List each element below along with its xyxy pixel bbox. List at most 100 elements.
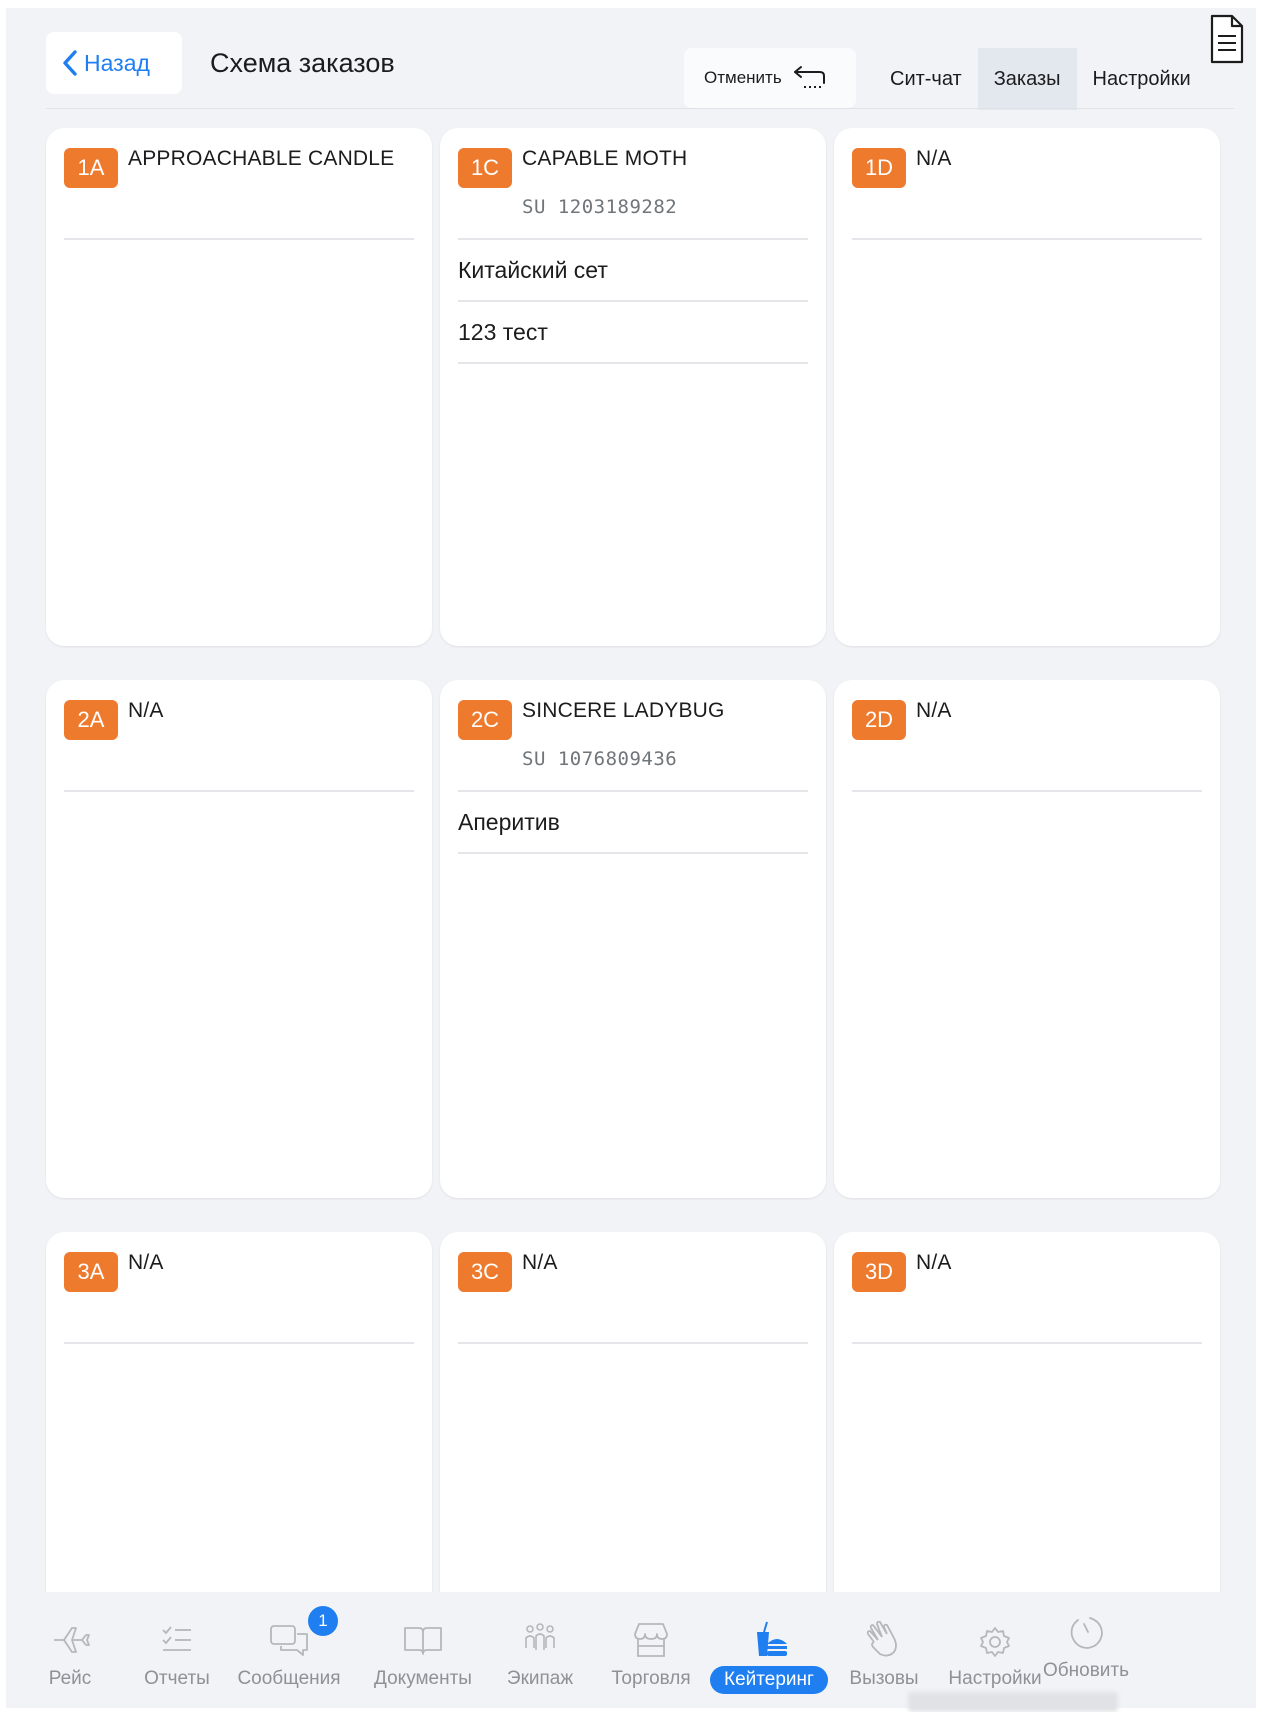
seat-card-header: 2D N/A — [834, 680, 1220, 792]
store-icon — [634, 1623, 668, 1657]
seat-card-header: 2A N/A — [46, 680, 432, 792]
tabbar-item-reports[interactable]: Отчеты — [136, 1592, 218, 1690]
seat-card-1a[interactable]: 1A APPROACHABLE CANDLE — [46, 128, 432, 646]
divider — [852, 238, 1202, 240]
passenger-info: SINCERE LADYBUG SU 1076809436 — [522, 698, 725, 770]
passenger-name: SINCERE LADYBUG — [522, 699, 725, 722]
passenger-name: N/A — [916, 147, 952, 170]
tabbar-label: Отчеты — [144, 1668, 210, 1689]
chat-icon — [270, 1625, 308, 1656]
back-button-label: Назад — [84, 49, 150, 76]
passenger-name: N/A — [128, 699, 164, 722]
catering-icon — [757, 1621, 787, 1656]
divider — [852, 1342, 1202, 1344]
gear-icon — [980, 1627, 1010, 1657]
divider — [64, 1342, 414, 1344]
header-divider — [46, 108, 1234, 109]
seat-badge: 1D — [852, 148, 906, 188]
tabbar-item-messages[interactable]: Сообщения 1 — [234, 1592, 344, 1690]
passenger-info: N/A — [916, 698, 952, 724]
tabbar-label: Вызовы — [849, 1668, 919, 1689]
tabbar-label: Экипаж — [506, 1668, 574, 1689]
wave-hand-icon — [866, 1620, 897, 1657]
seat-card-1d[interactable]: 1D N/A — [834, 128, 1220, 646]
passenger-name: N/A — [128, 1251, 164, 1274]
divider — [458, 238, 808, 240]
passenger-name: APPROACHABLE CANDLE — [128, 147, 395, 170]
seat-badge: 2D — [852, 700, 906, 740]
refresh-icon — [1070, 1617, 1103, 1649]
divider — [458, 1342, 808, 1344]
passenger-info: N/A — [522, 1250, 558, 1276]
passenger-name: N/A — [916, 699, 952, 722]
seat-card-header: 3C N/A — [440, 1232, 826, 1344]
seat-card-2a[interactable]: 2A N/A — [46, 680, 432, 1198]
seat-badge: 3D — [852, 1252, 906, 1292]
passenger-loyalty-id: SU 1203189282 — [522, 196, 678, 218]
seat-card-header: 1A APPROACHABLE CANDLE — [46, 128, 432, 240]
seat-badge: 2C — [458, 700, 512, 740]
tabbar-label: Сообщения — [237, 1668, 341, 1689]
page-title: Схема заказов — [210, 48, 395, 78]
tabbar-label: Настройки — [948, 1668, 1042, 1689]
tabbar-item-catering[interactable]: Кейтеринг — [706, 1592, 832, 1694]
seat-card-2c[interactable]: 2C SINCERE LADYBUG SU 1076809436 Аперити… — [440, 680, 826, 1198]
segment-tabs: Сит-чат Заказы Настройки — [874, 48, 1207, 110]
seat-card-2d[interactable]: 2D N/A — [834, 680, 1220, 1198]
order-item[interactable]: Китайский сет — [458, 240, 808, 302]
passenger-name: N/A — [522, 1251, 558, 1274]
chevron-left-icon — [63, 50, 77, 76]
tab-orders[interactable]: Заказы — [977, 48, 1077, 110]
divider — [64, 790, 414, 792]
divider — [64, 238, 414, 240]
seat-card-1c[interactable]: 1C CAPABLE MOTH SU 1203189282 Китайский … — [440, 128, 826, 646]
seat-badge: 3C — [458, 1252, 512, 1292]
order-item[interactable]: Аперитив — [458, 792, 808, 854]
passenger-name: CAPABLE MOTH — [522, 147, 688, 170]
passenger-loyalty-id: SU 1076809436 — [522, 748, 678, 770]
book-icon — [404, 1627, 442, 1655]
undo-button[interactable]: Отменить — [684, 48, 856, 108]
tabbar-label: Обновить — [1042, 1660, 1130, 1681]
tabbar-label: Торговля — [611, 1668, 691, 1689]
document-icon[interactable] — [1202, 12, 1248, 66]
undo-button-label: Отменить — [704, 68, 782, 87]
tabbar-item-flight[interactable]: Рейс — [42, 1592, 98, 1690]
seat-card-header: 1D N/A — [834, 128, 1220, 240]
tabbar-label: Документы — [374, 1668, 472, 1689]
passenger-info: N/A — [128, 1250, 164, 1276]
seat-card-header: 1C CAPABLE MOTH SU 1203189282 — [440, 128, 826, 240]
passenger-info: N/A — [916, 1250, 952, 1276]
seat-badge: 1C — [458, 148, 512, 188]
passenger-name: N/A — [916, 1251, 952, 1274]
passenger-info: APPROACHABLE CANDLE — [128, 146, 394, 172]
seat-badge: 1A — [64, 148, 118, 188]
tabbar-item-refresh[interactable]: Обновить — [1038, 1592, 1134, 1682]
seat-badge: 3A — [64, 1252, 118, 1292]
seat-card-header: 2C SINCERE LADYBUG SU 1076809436 — [440, 680, 826, 792]
tabbar-item-settings[interactable]: Настройки — [946, 1592, 1044, 1690]
tab-seat-chat[interactable]: Сит-чат — [874, 48, 978, 110]
bottom-tab-bar: Рейс Отчеты Сообщения 1 Документы Экипаж… — [6, 1592, 1256, 1708]
order-item[interactable]: 123 тест — [458, 302, 808, 364]
passenger-info: N/A — [128, 698, 164, 724]
undo-icon — [793, 66, 825, 88]
tabbar-label: Кейтеринг — [710, 1666, 828, 1694]
passenger-info: CAPABLE MOTH SU 1203189282 — [522, 146, 687, 218]
seat-card-header: 3A N/A — [46, 1232, 432, 1344]
seat-badge: 2A — [64, 700, 118, 740]
tabbar-item-calls[interactable]: Вызовы — [844, 1592, 924, 1690]
crew-icon — [525, 1623, 555, 1650]
tabbar-label: Рейс — [48, 1668, 92, 1689]
divider — [458, 790, 808, 792]
home-indicator — [908, 1692, 1118, 1712]
tabbar-item-crew[interactable]: Экипаж — [500, 1592, 580, 1690]
tabbar-item-documents[interactable]: Документы — [368, 1592, 478, 1690]
tabbar-item-trade[interactable]: Торговля — [606, 1592, 696, 1690]
divider — [852, 790, 1202, 792]
back-button[interactable]: Назад — [46, 32, 182, 94]
seat-card-header: 3D N/A — [834, 1232, 1220, 1344]
seat-grid: 1A APPROACHABLE CANDLE 1C CAPABLE MOTH S… — [46, 128, 1232, 1708]
passenger-info: N/A — [916, 146, 952, 172]
tab-settings[interactable]: Настройки — [1077, 48, 1207, 110]
